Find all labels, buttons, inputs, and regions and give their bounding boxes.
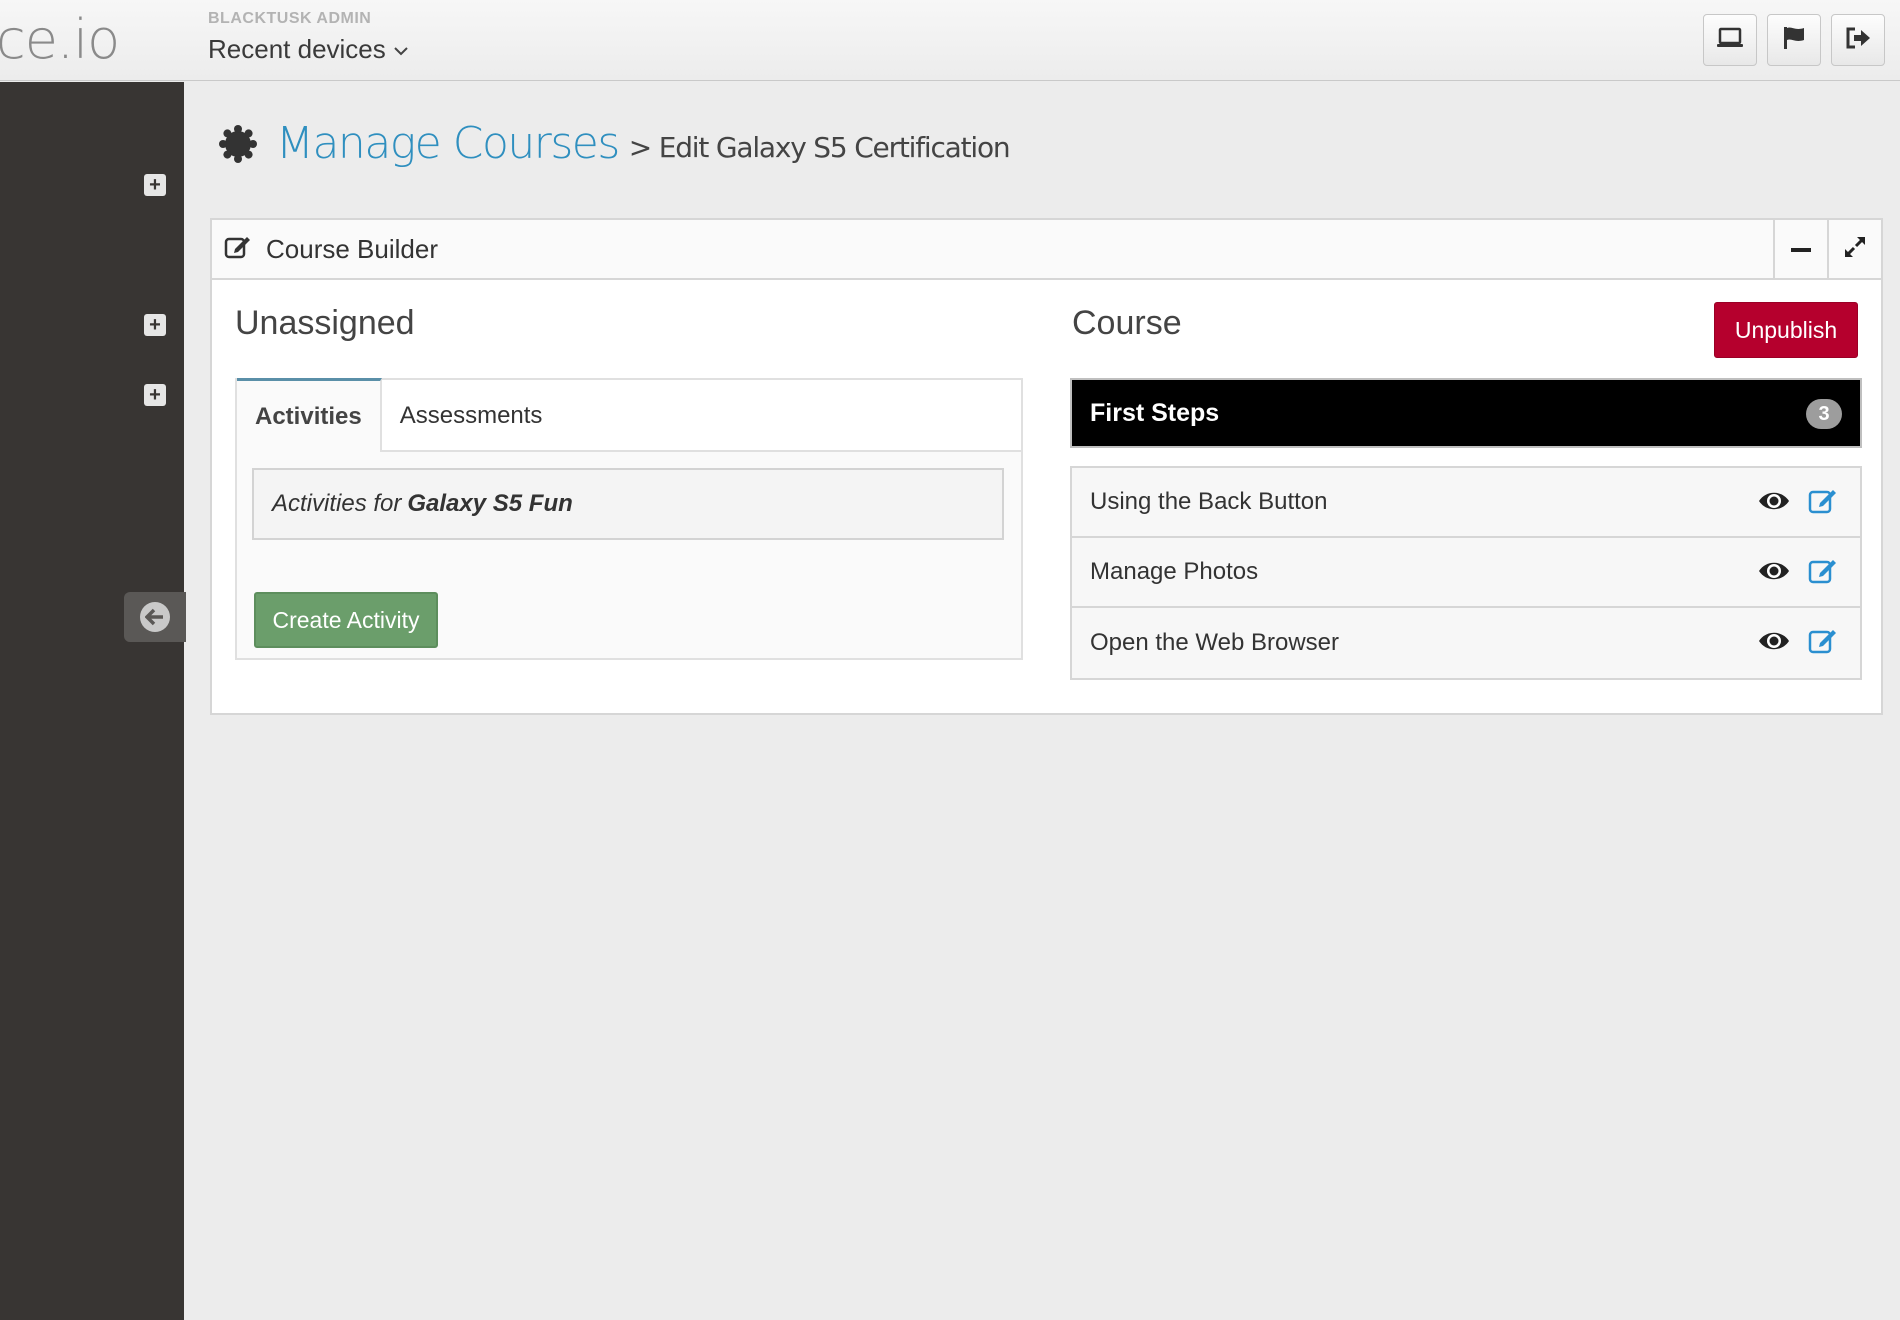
list-item[interactable]: Manage Photos [1072,538,1860,608]
sidebar-expand-button-1[interactable]: + [144,174,166,196]
sign-out-icon [1844,26,1872,55]
expand-icon [1844,236,1866,263]
edit-icon[interactable] [1808,556,1838,591]
laptop-icon [1716,27,1744,54]
eye-icon[interactable] [1758,560,1790,589]
create-activity-button[interactable]: Create Activity [254,592,438,648]
page-title-link[interactable]: Manage Courses [276,118,620,169]
course-heading: Course [1072,304,1182,342]
unassigned-tabs: Activities Assessments Activities for Ga… [235,378,1023,660]
activity-name: Using the Back Button [1090,488,1328,515]
device-selector-label: Recent devices [208,34,386,64]
unassigned-heading: Unassigned [235,304,415,342]
edit-icon[interactable] [1808,486,1838,521]
activities-info-box: Activities for Galaxy S5 Fun [252,468,1004,540]
activity-name: Open the Web Browser [1090,629,1340,656]
app-logo[interactable]: ce.io [0,8,120,72]
sidebar-expand-button-3[interactable]: + [144,384,166,406]
course-section-header[interactable]: First Steps 3 [1070,378,1862,448]
unpublish-button[interactable]: Unpublish [1714,302,1858,358]
device-selector[interactable]: Recent devices [208,34,408,65]
section-count-badge: 3 [1806,399,1842,429]
section-name: First Steps [1090,398,1220,427]
chevron-down-icon [394,43,408,61]
fullscreen-button[interactable] [1827,220,1881,278]
flag-button[interactable] [1767,14,1821,66]
activities-info-prefix: Activities for [272,490,402,517]
tab-assessments[interactable]: Assessments [382,380,561,452]
eye-icon[interactable] [1758,630,1790,659]
activity-name: Manage Photos [1090,558,1259,585]
plus-square-icon: + [149,384,161,406]
minus-icon [1790,240,1812,258]
panel-title: Course Builder [266,233,438,264]
eye-icon[interactable] [1758,490,1790,519]
tab-activities[interactable]: Activities [237,378,382,452]
list-item[interactable]: Open the Web Browser [1072,608,1860,678]
edit-icon [224,234,252,265]
sidebar-collapse-button[interactable] [124,592,186,642]
certificate-icon [218,124,258,164]
sign-out-button[interactable] [1831,14,1885,66]
org-label: BLACKTUSK ADMIN [208,10,372,27]
top-bar: ce.io BLACKTUSK ADMIN Recent devices [0,0,1900,81]
devices-button[interactable] [1703,14,1757,66]
top-actions [1703,14,1885,66]
course-activity-list: Using the Back Button Manage Photos Open… [1070,466,1862,680]
page-heading: Manage Courses > Edit Galaxy S5 Certific… [218,118,1011,169]
panel-header: Course Builder [212,220,1881,280]
arrow-circle-left-icon [140,602,170,632]
plus-square-icon: + [149,174,161,196]
tab-bar: Activities Assessments [237,378,1021,452]
flag-icon [1781,25,1807,56]
course-builder-panel: Course Builder Unassigned Activities Ass… [210,218,1883,715]
list-item[interactable]: Using the Back Button [1072,468,1860,538]
sidebar: + + + [0,82,186,1320]
plus-square-icon: + [149,314,161,336]
edit-icon[interactable] [1808,626,1838,661]
sidebar-expand-button-2[interactable]: + [144,314,166,336]
minimize-button[interactable] [1773,220,1827,278]
page-subtitle: > Edit Galaxy S5 Certification [628,131,1011,164]
activities-info-name: Galaxy S5 Fun [407,490,573,517]
